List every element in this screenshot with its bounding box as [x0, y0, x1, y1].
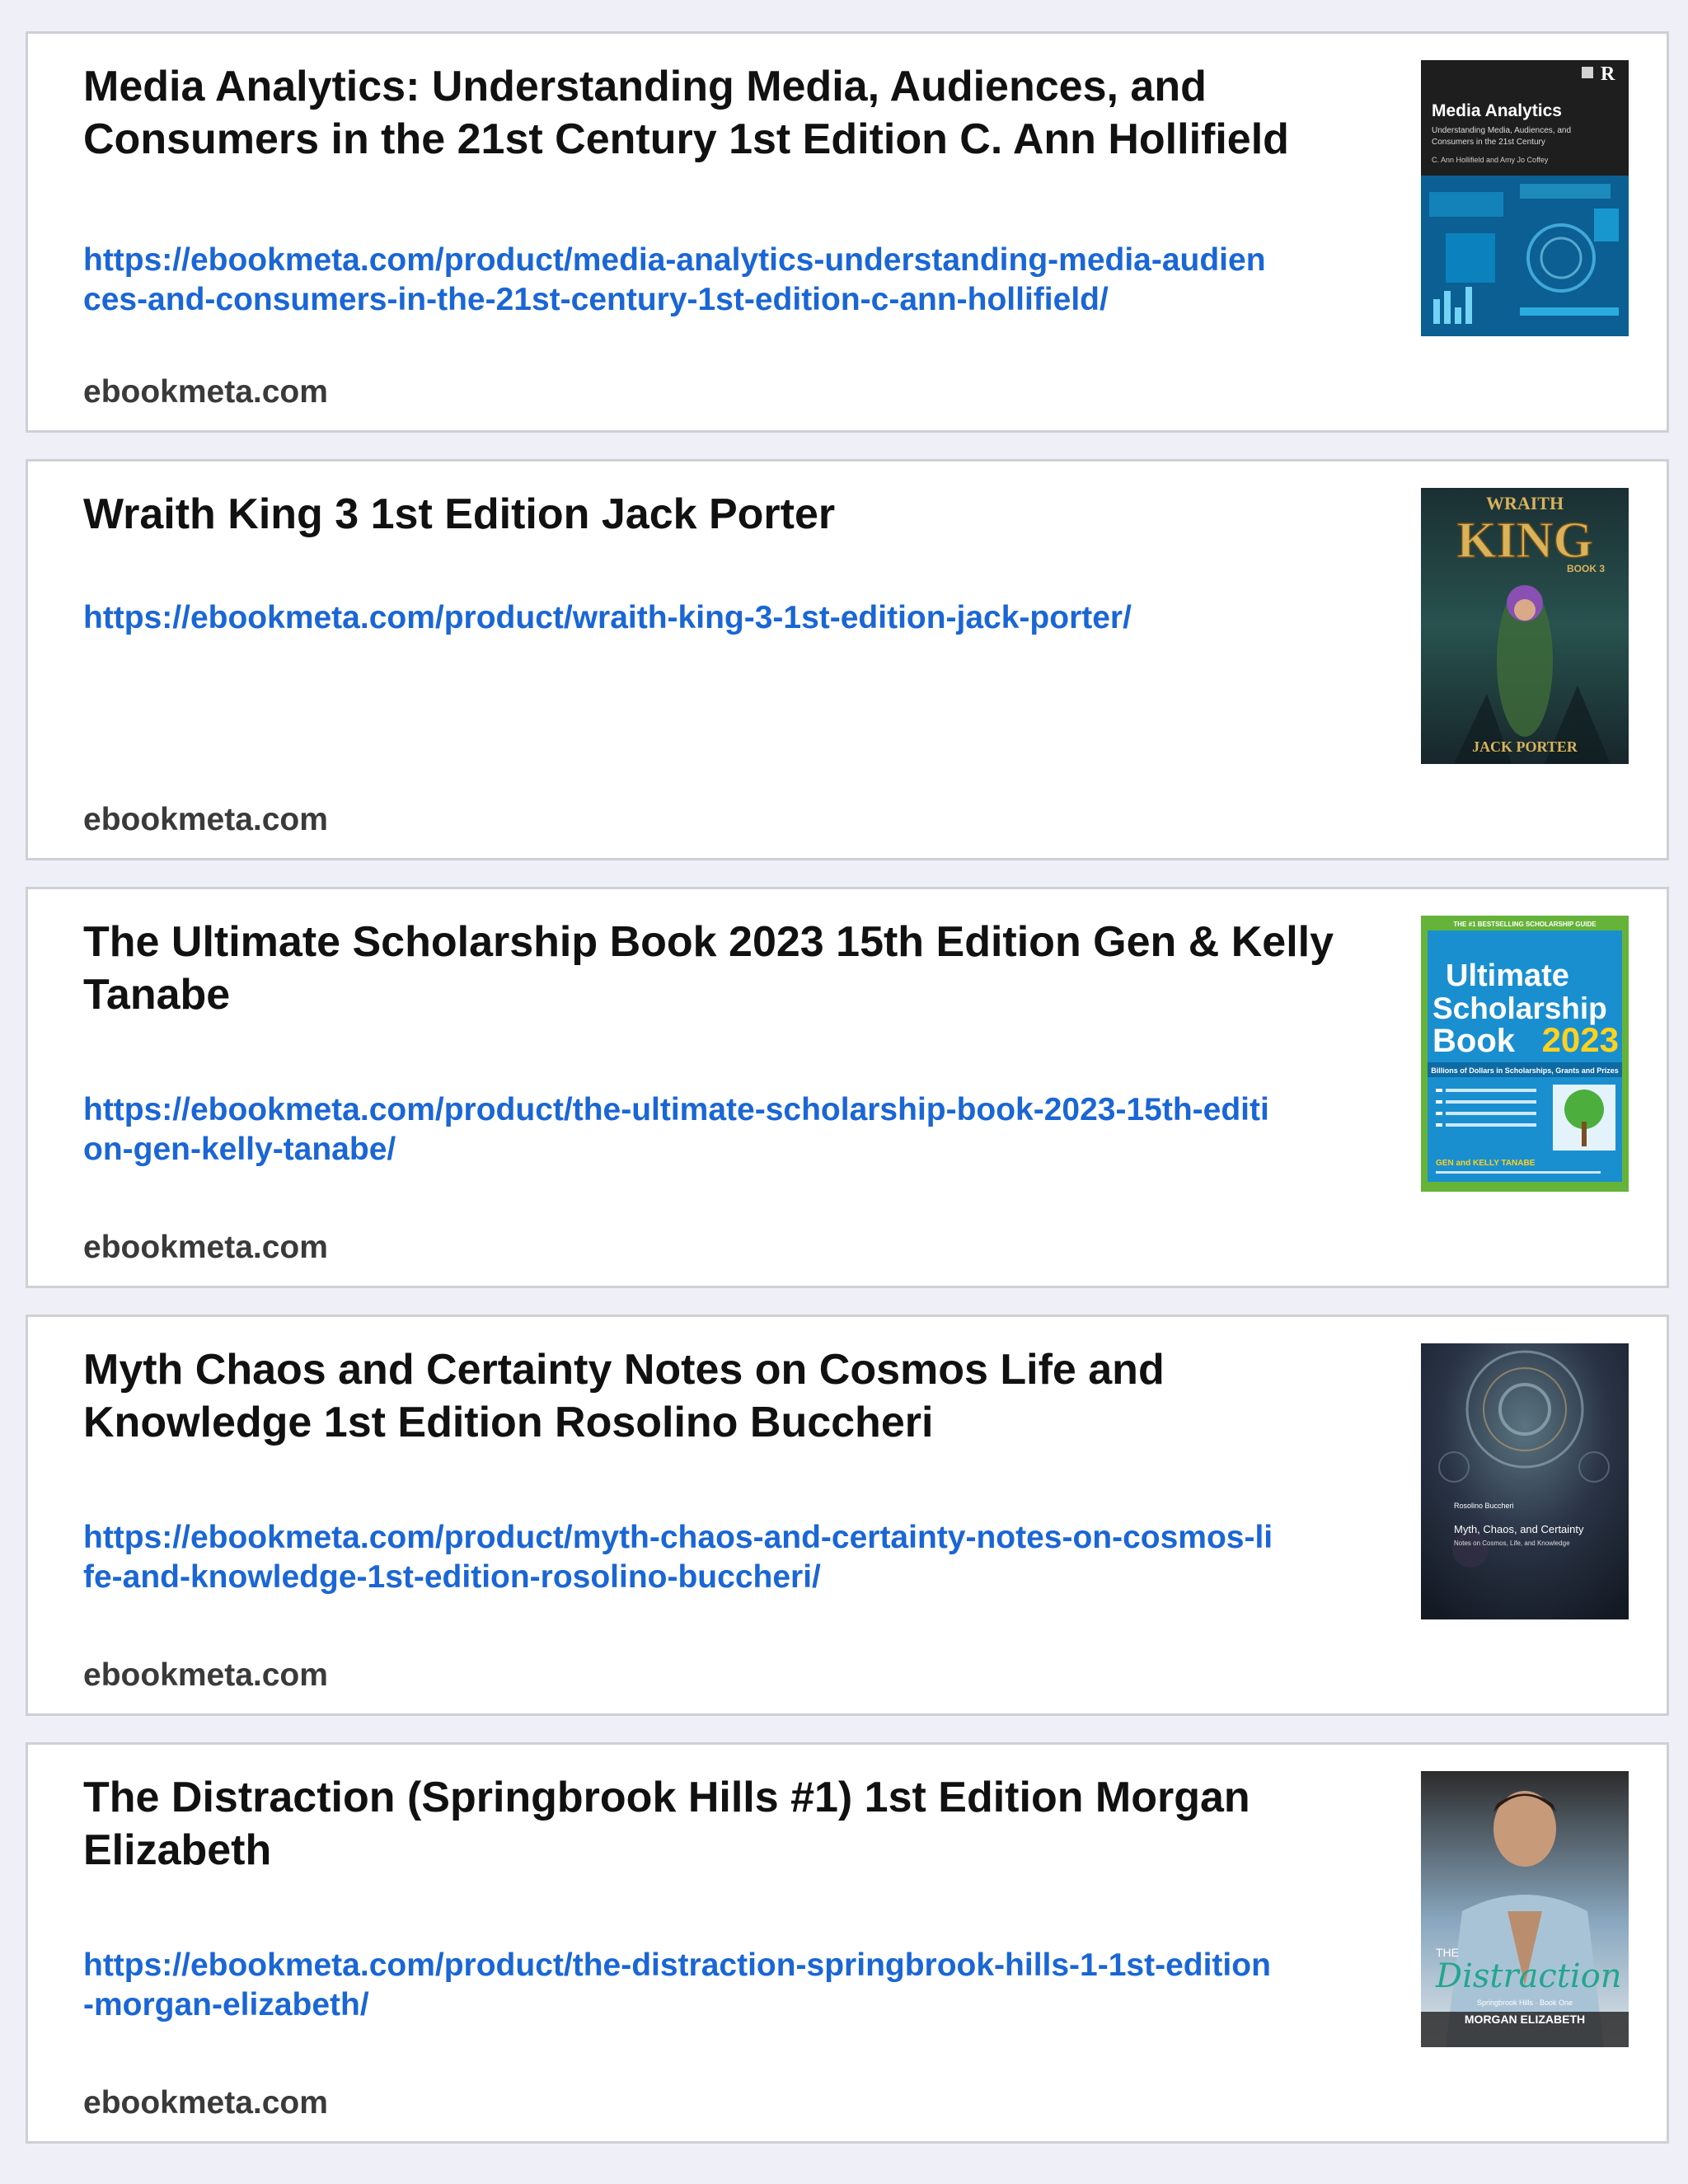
result-url-link[interactable]: https://ebookmeta.com/product/the-ultima… — [83, 1090, 1278, 1169]
result-card[interactable]: The Ultimate Scholarship Book 2023 15th … — [26, 887, 1669, 1288]
cover-line1: Ultimate — [1446, 958, 1569, 993]
result-text: The Ultimate Scholarship Book 2023 15th … — [83, 889, 1344, 1286]
book-cover-image[interactable]: WRAITH KING BOOK 3 JACK PORTER — [1421, 488, 1629, 764]
result-card[interactable]: Wraith King 3 1st Edition Jack Porter ht… — [26, 459, 1669, 860]
svg-text:R: R — [1601, 63, 1615, 85]
result-url-link[interactable]: https://ebookmeta.com/product/media-anal… — [83, 241, 1278, 320]
result-text: Wraith King 3 1st Edition Jack Porter ht… — [83, 462, 1344, 858]
result-text: The Distraction (Springbrook Hills #1) 1… — [83, 1745, 1344, 2141]
cover-author: MORGAN ELIZABETH — [1465, 2013, 1585, 2026]
book-cover-image[interactable]: THE #1 BESTSELLING SCHOLARSHIP GUIDE Ult… — [1421, 916, 1629, 1192]
result-url-link[interactable]: https://ebookmeta.com/product/wraith-kin… — [83, 598, 1278, 638]
cover-title-main: KING — [1456, 513, 1592, 569]
cover-banner: THE #1 BESTSELLING SCHOLARSHIP GUIDE — [1453, 921, 1597, 928]
result-site-name: ebookmeta.com — [83, 802, 328, 837]
myth-chaos-cover: Rosolino Buccheri Myth, Chaos, and Certa… — [1421, 1343, 1629, 1619]
result-text: Myth Chaos and Certainty Notes on Cosmos… — [83, 1317, 1344, 1713]
result-site-name: ebookmeta.com — [83, 1657, 328, 1693]
result-site-name: ebookmeta.com — [83, 1230, 328, 1265]
cover-title: Media Analytics — [1432, 101, 1562, 120]
the-distraction-cover: THE Distraction Springbrook Hills · Book… — [1421, 1771, 1629, 2047]
cover-book-number: BOOK 3 — [1567, 563, 1605, 574]
result-site-name: ebookmeta.com — [83, 2085, 328, 2121]
media-analytics-cover: R Media Analytics Understanding Media, A… — [1421, 60, 1629, 336]
result-url-link[interactable]: https://ebookmeta.com/product/myth-chaos… — [83, 1518, 1278, 1597]
cover-title: Distraction — [1435, 1957, 1622, 1995]
cover-series: Springbrook Hills · Book One — [1477, 1999, 1573, 2007]
result-title[interactable]: The Ultimate Scholarship Book 2023 15th … — [83, 916, 1344, 1021]
book-cover-image[interactable]: R Media Analytics Understanding Media, A… — [1421, 60, 1629, 336]
result-title[interactable]: Wraith King 3 1st Edition Jack Porter — [83, 488, 1344, 541]
result-title[interactable]: Media Analytics: Understanding Media, Au… — [83, 60, 1344, 166]
result-card[interactable]: Media Analytics: Understanding Media, Au… — [26, 31, 1669, 433]
result-title[interactable]: Myth Chaos and Certainty Notes on Cosmos… — [83, 1343, 1344, 1449]
cover-authors: C. Ann Hollifield and Amy Jo Coffey — [1432, 156, 1549, 164]
cover-subtitle-1: Understanding Media, Audiences, and — [1432, 126, 1571, 135]
book-cover-image[interactable]: THE Distraction Springbrook Hills · Book… — [1421, 1771, 1629, 2047]
cover-author: JACK PORTER — [1472, 738, 1578, 755]
scholarship-book-cover: THE #1 BESTSELLING SCHOLARSHIP GUIDE Ult… — [1421, 916, 1629, 1192]
search-results-list: Media Analytics: Understanding Media, Au… — [26, 31, 1669, 2170]
result-text: Media Analytics: Understanding Media, Au… — [83, 34, 1344, 430]
cover-title: Myth, Chaos, and Certainty — [1454, 1523, 1584, 1535]
result-card[interactable]: Myth Chaos and Certainty Notes on Cosmos… — [26, 1315, 1669, 1716]
result-site-name: ebookmeta.com — [83, 374, 328, 410]
result-card[interactable]: The Distraction (Springbrook Hills #1) 1… — [26, 1742, 1669, 2144]
cover-author: Rosolino Buccheri — [1454, 1502, 1514, 1510]
result-title[interactable]: The Distraction (Springbrook Hills #1) 1… — [83, 1771, 1344, 1877]
cover-title-top: WRAITH — [1486, 493, 1564, 513]
cover-line3: Book — [1432, 1023, 1516, 1059]
wraith-king-cover: WRAITH KING BOOK 3 JACK PORTER — [1421, 488, 1629, 764]
cover-author: GEN and KELLY TANABE — [1436, 1159, 1536, 1168]
cover-subtitle: Notes on Cosmos, Life, and Knowledge — [1454, 1540, 1570, 1547]
cover-subtitle-2: Consumers in the 21st Century — [1432, 138, 1545, 147]
result-url-link[interactable]: https://ebookmeta.com/product/the-distra… — [83, 1946, 1278, 2025]
cover-tagline: Billions of Dollars in Scholarships, Gra… — [1431, 1066, 1619, 1075]
cover-year: 2023 — [1542, 1020, 1619, 1059]
book-cover-image[interactable]: Rosolino Buccheri Myth, Chaos, and Certa… — [1421, 1343, 1629, 1619]
